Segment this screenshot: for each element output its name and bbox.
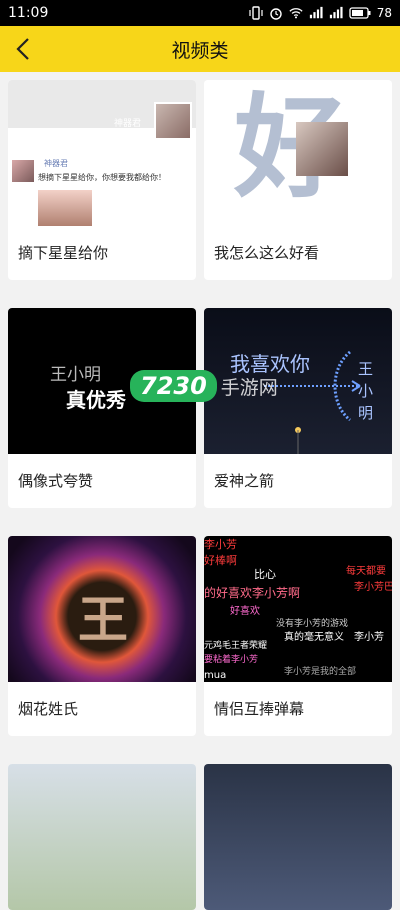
card-title: 我怎么这么好看	[214, 244, 320, 262]
danmaku-text: 李小芳是我的全部	[284, 667, 357, 677]
card-title: 摘下星星给你	[18, 244, 109, 262]
template-card[interactable]	[204, 764, 392, 910]
card-thumbnail: 神器君 神器君 想摘下星星给你，你想要我都给你！	[8, 80, 196, 226]
thumb-name: 神器君	[114, 119, 142, 129]
danmaku-text: 李小芳巴	[354, 582, 392, 593]
status-time: 11:09	[8, 5, 49, 21]
card-thumbnail: 王	[8, 536, 196, 682]
danmaku-text: 要粘着李小芳	[204, 655, 259, 665]
thumb-text: 小	[358, 382, 374, 400]
danmaku-text: 的好喜欢李小芳啊	[204, 586, 301, 600]
battery-icon	[349, 6, 371, 20]
vibrate-icon	[249, 6, 263, 20]
template-card[interactable]: 神器君 神器君 想摘下星星给你，你想要我都给你！ 摘下星星给你	[8, 80, 196, 280]
card-thumbnail	[204, 764, 392, 910]
danmaku-text: 真的毫无意义	[284, 632, 344, 643]
battery-level: 78	[376, 6, 392, 20]
danmaku-text: 好喜欢	[230, 606, 260, 617]
thumb-message: 想摘下星星给你，你想要我都给你！	[38, 173, 166, 182]
card-thumbnail: 李小芳 好棒啊 比心 每天都要 的好喜欢李小芳啊 李小芳巴 好喜欢 没有李小芳的…	[204, 536, 392, 682]
template-card[interactable]: 王 烟花姓氏	[8, 536, 196, 736]
card-thumbnail: 好	[204, 80, 392, 226]
thumb-surname: 王	[78, 591, 128, 649]
danmaku-text: 李小芳	[204, 538, 237, 551]
card-thumbnail: 我喜欢你 王 小 明	[204, 308, 392, 454]
thumb-photo	[296, 122, 348, 176]
top-bar: 视频类	[0, 26, 400, 72]
card-title: 烟花姓氏	[18, 700, 79, 718]
avatar	[154, 102, 192, 140]
thumb-photo	[38, 190, 92, 226]
alarm-icon	[269, 6, 283, 20]
template-card[interactable]	[8, 764, 196, 910]
back-button[interactable]	[10, 36, 36, 62]
danmaku-text: 每天都要	[346, 566, 386, 577]
danmaku-text: mua	[204, 670, 227, 681]
danmaku-text: 元鸡毛王者荣耀	[204, 641, 268, 651]
template-card[interactable]: 我喜欢你 王 小 明 爱神之箭	[204, 308, 392, 508]
thumb-sender: 神器君	[44, 159, 68, 168]
danmaku-text: 好棒啊	[204, 554, 237, 567]
card-thumbnail: 王小明 真优秀	[8, 308, 196, 454]
template-card[interactable]: 好 我怎么这么好看	[204, 80, 392, 280]
thumb-text: 明	[358, 404, 374, 422]
thumb-text: 王	[358, 360, 374, 378]
back-arrow-icon	[16, 38, 29, 60]
wifi-icon	[289, 6, 303, 20]
card-thumbnail	[8, 764, 196, 910]
card-title: 爱神之箭	[214, 472, 275, 490]
thumb-name: 王小明	[50, 365, 101, 385]
card-title: 情侣互捧弹幕	[214, 700, 305, 718]
avatar	[12, 160, 34, 182]
signal-icon-2	[329, 6, 343, 20]
danmaku-text: 比心	[254, 568, 276, 581]
template-card[interactable]: 李小芳 好棒啊 比心 每天都要 的好喜欢李小芳啊 李小芳巴 好喜欢 没有李小芳的…	[204, 536, 392, 736]
danmaku-text: 李小芳	[354, 632, 384, 643]
page-title: 视频类	[171, 39, 229, 62]
thumb-praise: 真优秀	[66, 388, 126, 412]
card-title: 偶像式夸赞	[18, 472, 94, 490]
template-card[interactable]: 王小明 真优秀 偶像式夸赞	[8, 308, 196, 508]
signal-icon	[309, 6, 323, 20]
status-bar: 11:09 78	[0, 0, 400, 26]
